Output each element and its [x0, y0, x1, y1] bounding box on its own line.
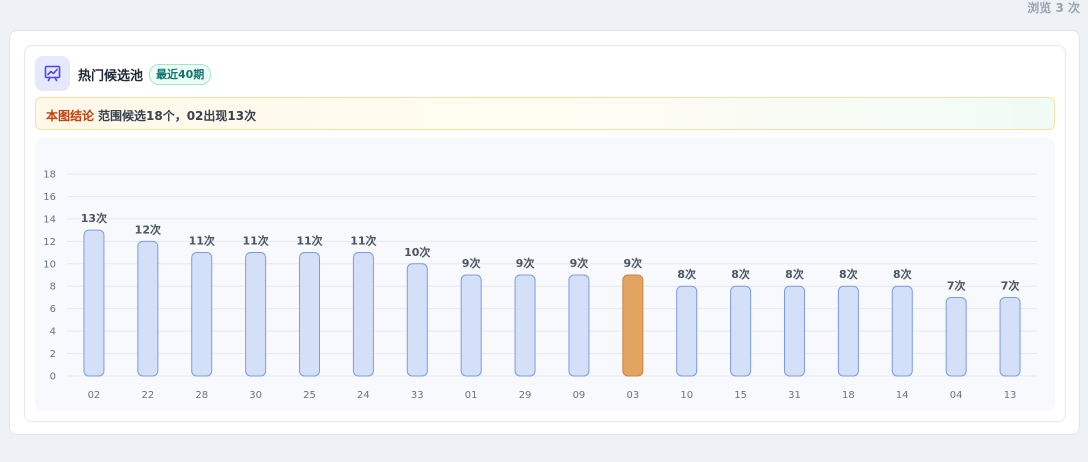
bar-value-label: 8次 [731, 267, 750, 281]
y-tick-label: 18 [43, 170, 56, 181]
x-tick-label: 02 [88, 390, 101, 401]
card-title: 热门候选池 [78, 69, 144, 84]
conclusion-text: 范围候选18个，02出现13次 [98, 109, 257, 123]
bar-value-label: 7次 [947, 278, 966, 292]
bar-14 [891, 285, 913, 377]
bar-value-label: 7次 [1001, 278, 1020, 292]
y-tick-label: 8 [50, 282, 56, 293]
view-count: 浏览 3 次 [1027, 1, 1080, 15]
x-tick-label: 15 [734, 390, 747, 401]
bar-value-label: 8次 [677, 267, 696, 281]
bar-13 [999, 296, 1021, 377]
x-tick-label: 10 [680, 390, 693, 401]
x-tick-label: 24 [357, 390, 370, 401]
bar-04 [945, 296, 967, 377]
x-tick-label: 29 [519, 390, 532, 401]
y-tick-label: 6 [50, 304, 56, 315]
bar-chart: 02468101214161813次0212次2211次2811次3011次25… [43, 170, 1037, 401]
x-tick-label: 30 [249, 390, 262, 401]
bar-01 [460, 274, 482, 377]
bar-10 [676, 285, 698, 377]
y-tick-label: 0 [50, 372, 56, 383]
bar-value-label: 10次 [404, 245, 430, 259]
bar-value-label: 9次 [570, 256, 589, 270]
bar-value-label: 8次 [785, 267, 804, 281]
x-tick-label: 03 [626, 390, 639, 401]
bar-value-label: 11次 [242, 234, 268, 248]
y-tick-label: 2 [50, 349, 56, 360]
bar-value-label: 9次 [624, 256, 643, 270]
bar-value-label: 9次 [462, 256, 481, 270]
bar-value-label: 13次 [81, 211, 107, 225]
bar-09 [568, 274, 590, 377]
bar-value-label: 11次 [296, 234, 322, 248]
bar-24 [352, 252, 374, 377]
chart-card: 热门候选池 最近40期 本图结论 范围候选18个，02出现13次 0 2 4 6 8 10… [24, 45, 1066, 422]
x-tick-label: 33 [411, 390, 424, 401]
bar-value-label: 11次 [189, 234, 215, 248]
bar-28 [191, 252, 213, 377]
x-tick-label: 28 [195, 390, 208, 401]
bar-29 [514, 274, 536, 377]
x-tick-label: 25 [303, 390, 316, 401]
outer-panel: 热门候选池 最近40期 本图结论 范围候选18个，02出现13次 0 2 4 6 8 10… [9, 30, 1080, 435]
bar-value-label: 9次 [516, 256, 535, 270]
x-tick-label: 18 [842, 390, 855, 401]
conclusion-banner: 本图结论 范围候选18个，02出现13次 [35, 97, 1055, 130]
bar-18 [837, 285, 859, 377]
bar-31 [784, 285, 805, 377]
x-tick-label: 09 [573, 390, 586, 401]
x-tick-label: 14 [896, 390, 909, 401]
x-tick-label: 13 [1004, 390, 1017, 401]
x-tick-label: 01 [465, 390, 478, 401]
conclusion-label: 本图结论 [46, 109, 95, 123]
bar-03 [622, 274, 644, 377]
x-tick-label: 22 [141, 390, 154, 401]
bar-value-label: 12次 [135, 222, 161, 236]
bar-value-label: 8次 [839, 267, 858, 281]
bar-30 [245, 252, 267, 377]
bar-15 [730, 285, 752, 377]
chart-area: 0 2 4 6 8 10 12 14 16 18 13次 02 12次 22 11次 28 11次 30 11次 25… [35, 138, 1055, 411]
x-tick-label: 04 [950, 390, 963, 401]
y-tick-label: 10 [43, 259, 56, 270]
bar-value-label: 11次 [350, 234, 376, 248]
trend-chart-icon [44, 65, 61, 82]
y-tick-label: 16 [43, 192, 56, 203]
bar-33 [406, 263, 428, 377]
y-tick-label: 14 [43, 214, 56, 225]
x-tick-label: 31 [788, 390, 801, 401]
chart-icon-box [35, 56, 70, 91]
bar-02 [83, 229, 105, 377]
y-tick-label: 4 [50, 327, 56, 338]
bar-value-label: 8次 [893, 267, 912, 281]
period-badge: 最近40期 [149, 64, 212, 85]
bar-22 [137, 240, 159, 377]
y-tick-label: 12 [43, 237, 56, 248]
bar-25 [299, 252, 320, 377]
